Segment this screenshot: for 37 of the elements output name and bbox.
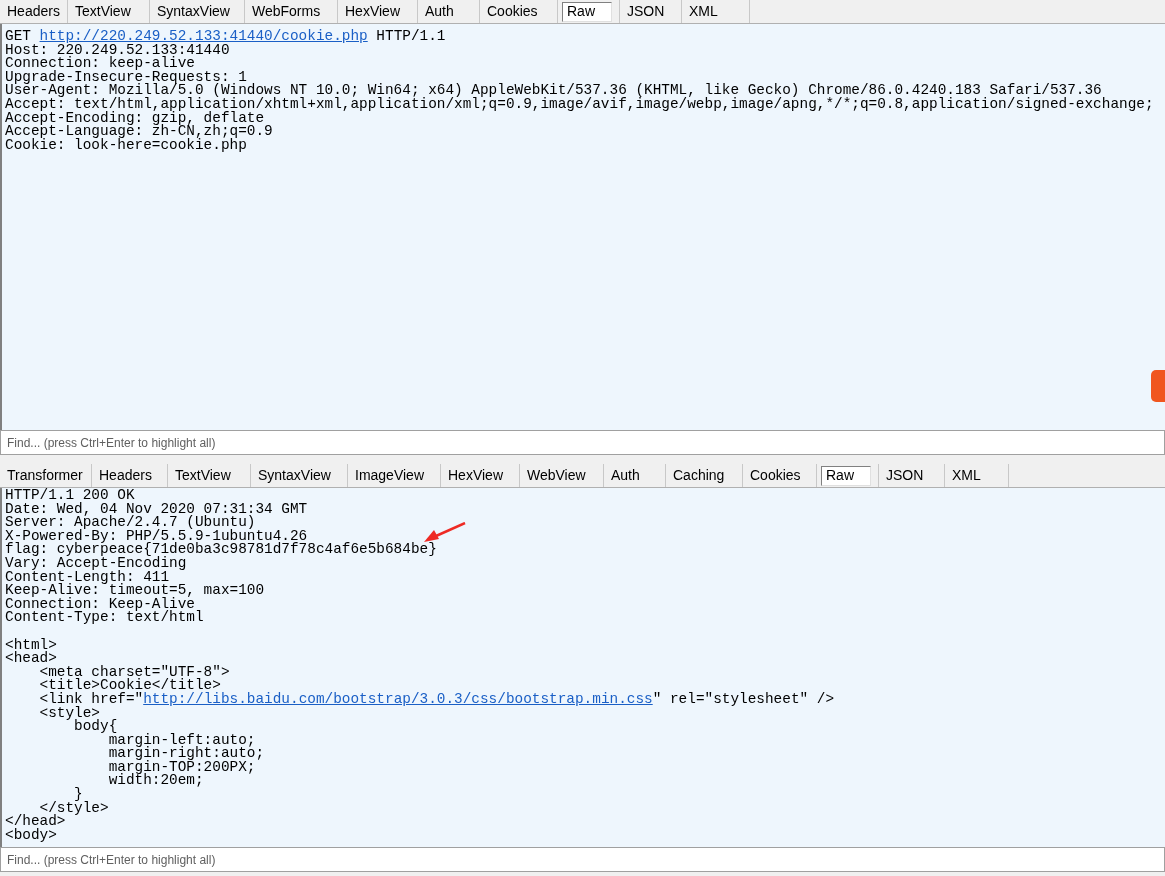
code-line: <body>	[5, 826, 57, 843]
code-line: Content-Type: text/html	[5, 609, 204, 626]
tab[interactable]: XML	[686, 1, 721, 22]
tab[interactable]: Cookies	[484, 1, 541, 22]
code-line: width:20em;	[107, 772, 204, 789]
tab[interactable]: TextView	[72, 1, 134, 22]
tab[interactable]: WebForms	[249, 1, 324, 22]
tab[interactable]: SyntaxView	[255, 465, 334, 486]
tab[interactable]: Raw	[562, 1, 612, 22]
tab[interactable]: Auth	[422, 1, 457, 22]
arrow-drawing	[422, 522, 466, 544]
tab[interactable]: Auth	[608, 465, 643, 486]
tab[interactable]: SyntaxView	[154, 1, 233, 22]
code-line: GET http://220.249.52.133:41440/cookie.php HTTP/1.1	[5, 28, 446, 44]
tab[interactable]: TextView	[172, 465, 234, 486]
url-link[interactable]: http://220.249.52.133:41440/cookie.php	[39, 28, 368, 44]
tab[interactable]: WebView	[524, 465, 589, 486]
tab[interactable]: Caching	[670, 465, 728, 486]
code-line: <head>	[5, 650, 57, 667]
tab[interactable]: Transformer	[4, 465, 86, 486]
code-line: body{	[74, 718, 118, 735]
code-line: <style>	[38, 704, 100, 721]
code-line: <link href="http://libs.baidu.com/bootstrap/3.0.3/css/bootstrap.min.css" rel="stylesheet" />	[38, 690, 835, 707]
code-line: }	[74, 786, 83, 803]
tab[interactable]: HexView	[445, 465, 506, 486]
tab[interactable]: Raw	[821, 465, 871, 486]
code-line: HTTP/1.1 200 OK	[5, 488, 135, 503]
tab[interactable]: JSON	[624, 1, 668, 22]
ime-badge-icon	[1151, 370, 1165, 402]
tab[interactable]: Cookies	[747, 465, 804, 486]
tab[interactable]: XML	[949, 465, 984, 486]
tab[interactable]: JSON	[883, 465, 927, 486]
tab[interactable]: Headers	[96, 465, 155, 486]
tab[interactable]: ImageView	[352, 465, 427, 486]
tab[interactable]: Headers	[4, 1, 63, 22]
url-link[interactable]: http://libs.baidu.com/bootstrap/3.0.3/css/bootstrap.min.css	[143, 690, 653, 707]
tab[interactable]: HexView	[342, 1, 403, 22]
